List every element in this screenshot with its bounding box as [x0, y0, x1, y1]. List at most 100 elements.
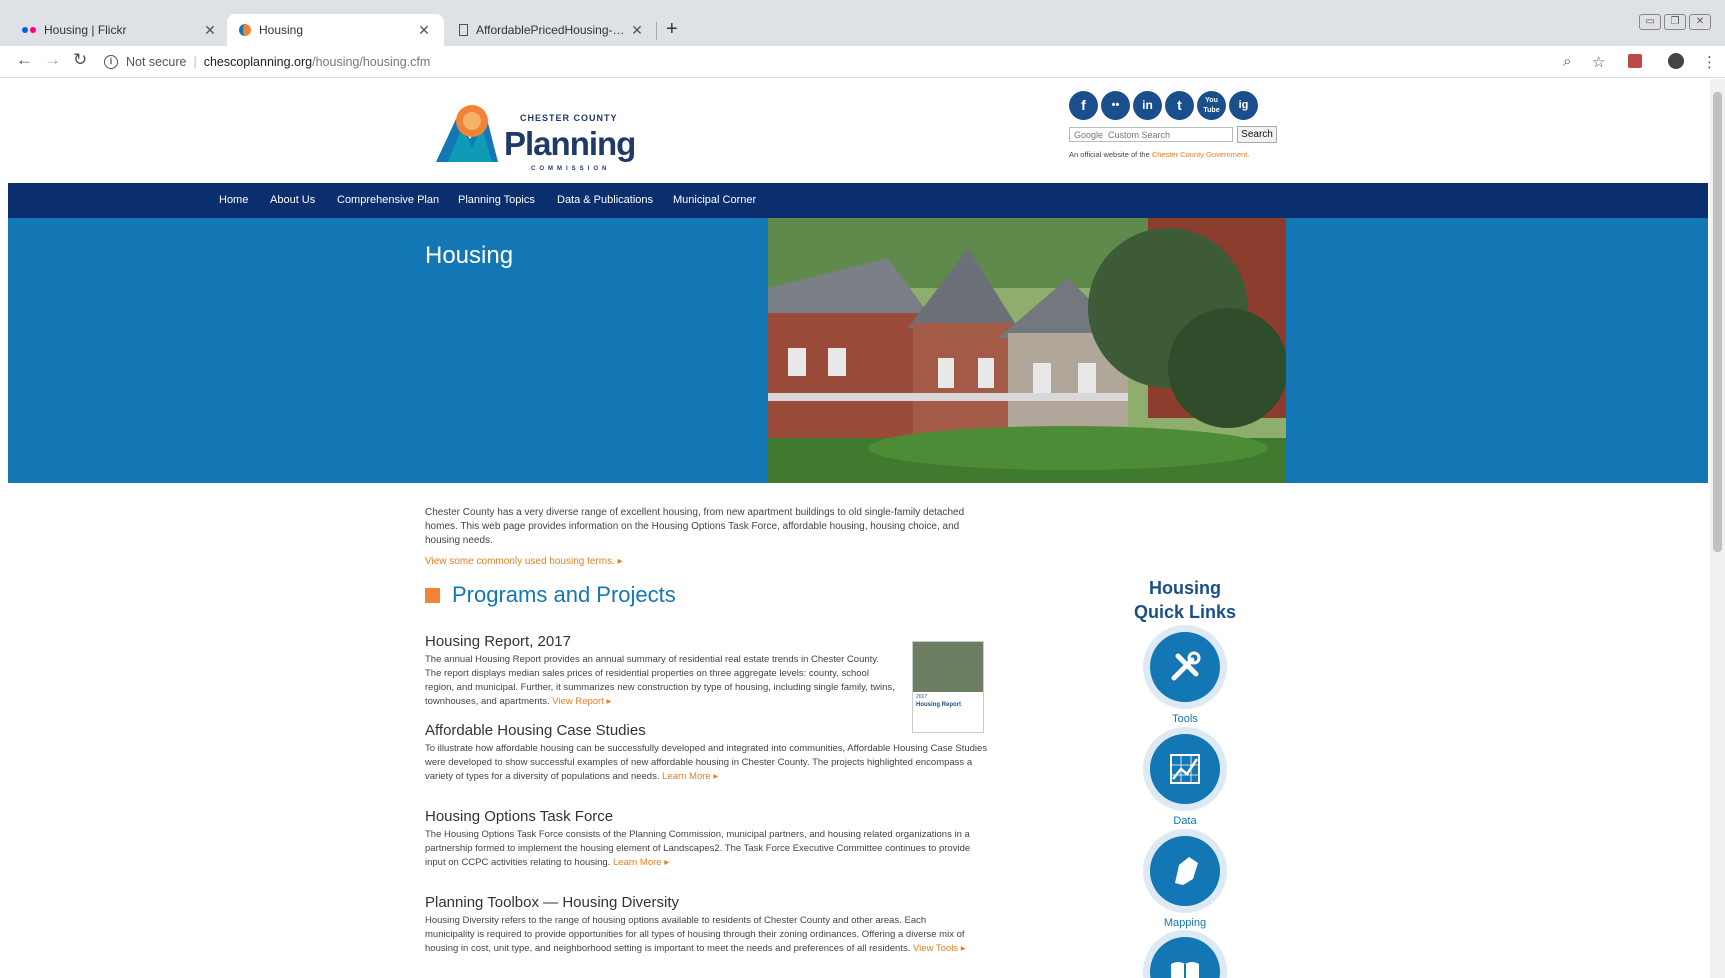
program-description: The annual Housing Report provides an an… [425, 653, 895, 709]
flickr-favicon-icon [22, 27, 36, 33]
learn-more-link[interactable]: Learn More ▸ [662, 771, 718, 782]
quick-link-data[interactable]: Data [1135, 727, 1235, 827]
zoom-icon[interactable]: ⌕ [1563, 53, 1571, 70]
close-icon[interactable]: ✕ [629, 22, 645, 39]
twitter-icon[interactable]: t [1165, 91, 1194, 120]
tab-strip: Housing | Flickr ✕ Housing ✕ AffordableP… [0, 0, 1725, 46]
housing-report-thumbnail[interactable]: 2017 Housing Report [912, 641, 984, 733]
forward-icon[interactable]: → [44, 50, 61, 70]
quick-link-ring [1143, 625, 1227, 709]
main-navigation: Home About Us Comprehensive Plan Plannin… [8, 183, 1708, 218]
program-item: Affordable Housing Case Studies To illus… [425, 722, 990, 784]
url-path: /housing/housing.cfm [312, 55, 431, 69]
nav-municipal-corner[interactable]: Municipal Corner [673, 194, 756, 206]
chart-icon [1150, 734, 1220, 804]
bookmark-star-icon[interactable]: ☆ [1592, 53, 1605, 71]
quick-links-title-line1: Housing [1149, 578, 1221, 598]
report-cover-year: 2017 [916, 694, 928, 700]
program-item: Housing Report, 2017 The annual Housing … [425, 633, 895, 709]
close-icon[interactable]: ✕ [416, 22, 432, 39]
report-cover-photo [913, 642, 983, 692]
quick-link-ring [1143, 727, 1227, 811]
scrollbar-thumb[interactable] [1713, 92, 1722, 552]
program-description: To illustrate how affordable housing can… [425, 742, 990, 784]
program-title: Housing Options Task Force [425, 808, 614, 825]
minimize-icon[interactable]: ▭ [1639, 14, 1661, 30]
quick-link-ring [1143, 829, 1227, 913]
youtube-icon[interactable]: You Tube [1197, 91, 1226, 120]
social-links: f •• in t You Tube ig [1069, 91, 1258, 120]
program-description: Housing Diversity refers to the range of… [425, 914, 977, 956]
view-tools-link[interactable]: View Tools ▸ [913, 943, 965, 954]
program-title: Planning Toolbox — Housing Diversity [425, 894, 680, 911]
hero-banner: Housing [8, 218, 1708, 483]
program-text: The annual Housing Report provides an an… [425, 654, 895, 707]
nav-planning-topics[interactable]: Planning Topics [458, 194, 535, 206]
program-text: Housing Diversity refers to the range of… [425, 915, 965, 954]
tab-label: AffordablePricedHousing-121318 [476, 23, 629, 37]
report-cover-title: Housing Report [916, 702, 961, 708]
tab-housing[interactable]: Housing ✕ [227, 14, 444, 46]
address-bar[interactable]: i Not secure | chescoplanning.org /housi… [104, 49, 1574, 75]
view-report-link[interactable]: View Report ▸ [552, 696, 611, 707]
tab-label: Housing [259, 23, 304, 37]
security-label: Not secure [126, 55, 187, 69]
nav-data-publications[interactable]: Data & Publications [557, 194, 653, 206]
nav-about-us[interactable]: About Us [270, 194, 315, 206]
tab-divider [656, 22, 657, 40]
document-icon [459, 24, 468, 36]
back-icon[interactable]: ← [16, 50, 33, 70]
quick-links-title-line2: Quick Links [1133, 602, 1237, 622]
program-title: Affordable Housing Case Studies [425, 722, 646, 739]
logo-main-text: Planning [504, 125, 636, 162]
site-logo[interactable]: CHESTER COUNTY Planning COMMISSION [428, 95, 643, 175]
search-button[interactable]: Search [1237, 126, 1277, 143]
nav-comprehensive-plan[interactable]: Comprehensive Plan [337, 194, 439, 206]
restore-icon[interactable]: ❐ [1664, 14, 1686, 30]
tab-label: Housing | Flickr [44, 23, 127, 37]
houses-photo [768, 218, 1286, 483]
program-item: Housing Options Task Force The Housing O… [425, 808, 985, 870]
new-tab-icon[interactable]: + [666, 18, 678, 41]
housing-terms-link[interactable]: View some commonly used housing terms. ▸ [425, 556, 623, 567]
address-separator: | [193, 55, 197, 69]
quick-link-mapping[interactable]: Mapping [1135, 829, 1235, 929]
tools-icon [1150, 632, 1220, 702]
official-notice: An official website of the Chester Count… [1069, 150, 1249, 159]
menu-icon[interactable]: ⋮ [1702, 53, 1717, 71]
flickr-icon[interactable]: •• [1101, 91, 1130, 120]
nav-home[interactable]: Home [219, 194, 248, 206]
programs-heading: Programs and Projects [425, 582, 676, 608]
custom-search-input[interactable] [1069, 127, 1233, 142]
quick-link-ring [1143, 930, 1227, 978]
quick-link-label: Mapping [1163, 917, 1207, 929]
info-icon[interactable]: i [104, 55, 118, 69]
logo-mark-icon [436, 105, 498, 162]
close-window-icon[interactable]: ✕ [1689, 14, 1711, 30]
quick-link-label: Tools [1172, 713, 1198, 725]
program-item: Planning Toolbox — Housing Diversity Hou… [425, 894, 977, 956]
logo-sub-text: COMMISSION [531, 166, 611, 172]
reload-icon[interactable]: ↻ [73, 50, 87, 70]
tab-flickr[interactable]: Housing | Flickr ✕ [10, 14, 230, 46]
instagram-icon[interactable]: ig [1229, 91, 1258, 120]
pdf-extension-icon[interactable] [1628, 54, 1642, 68]
linkedin-icon[interactable]: in [1133, 91, 1162, 120]
quick-link-tools[interactable]: Tools [1135, 625, 1235, 725]
program-text: The Housing Options Task Force consists … [425, 829, 971, 868]
official-prefix: An official website of the [1069, 150, 1152, 159]
learn-more-link[interactable]: Learn More ▸ [613, 857, 669, 868]
quick-link-label: Data [1173, 815, 1197, 827]
facebook-icon[interactable]: f [1069, 91, 1098, 120]
tab-pdf[interactable]: AffordablePricedHousing-121318 ✕ [447, 14, 657, 46]
intro-text: Chester County has a very diverse range … [425, 507, 965, 546]
web-page: CHESTER COUNTY Planning COMMISSION f •• … [8, 79, 1708, 978]
account-icon[interactable] [1668, 53, 1684, 69]
browser-toolbar: ← → ↻ i Not secure | chescoplanning.org … [0, 46, 1725, 78]
close-icon[interactable]: ✕ [202, 22, 218, 39]
page-title: Housing [425, 242, 514, 269]
logo-org-line: CHESTER COUNTY [520, 113, 618, 123]
quick-link-publications[interactable] [1135, 930, 1235, 978]
county-government-link[interactable]: Chester County Government. [1152, 150, 1250, 159]
county-map-icon [1150, 836, 1220, 906]
